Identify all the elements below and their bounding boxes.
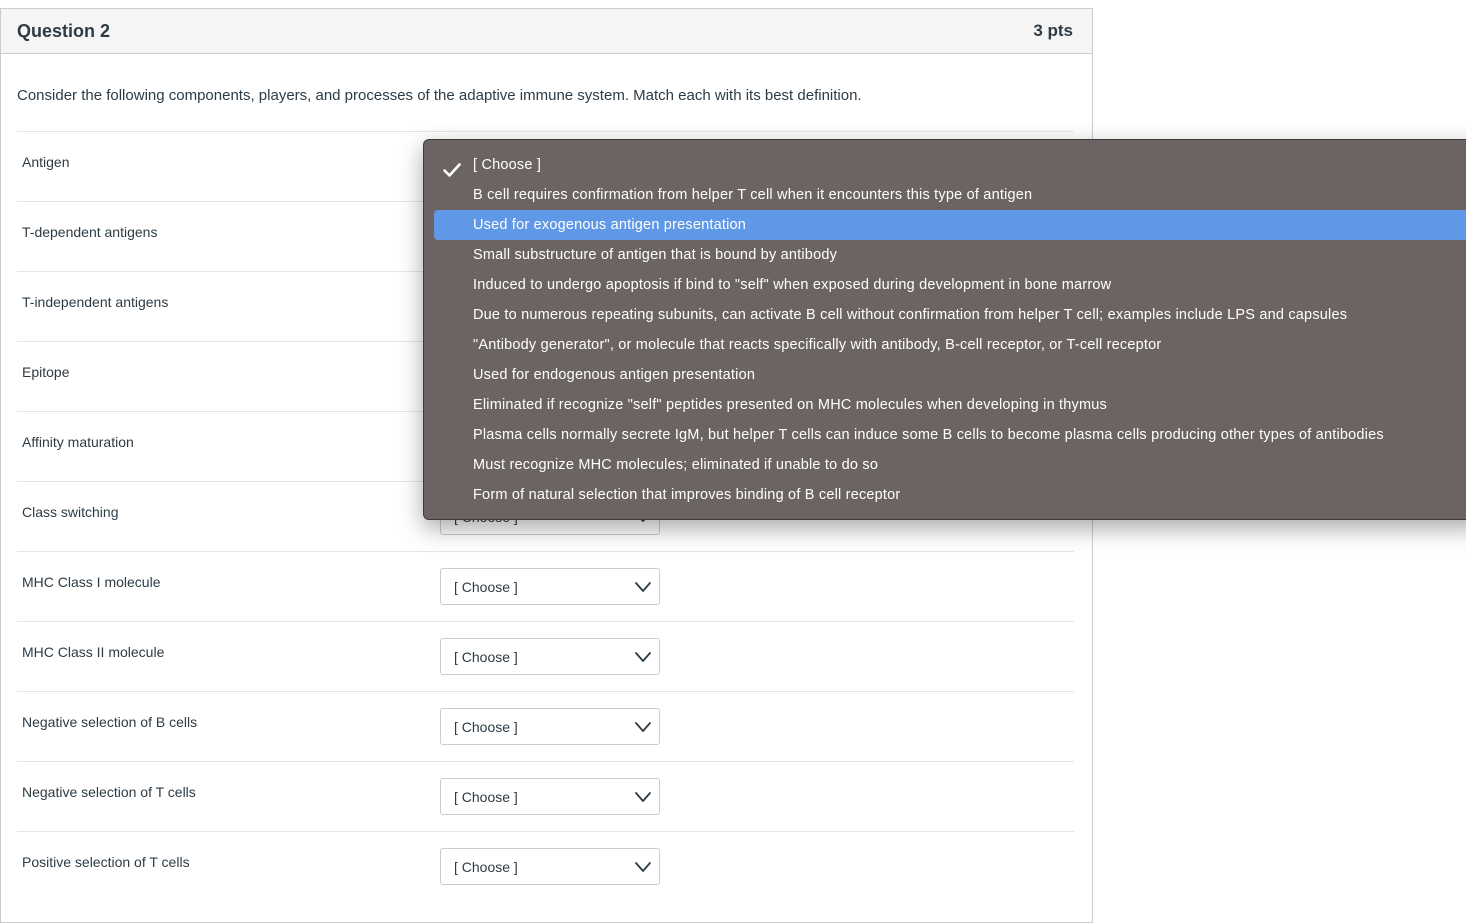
row-label: T-dependent antigens xyxy=(22,224,158,240)
table-row: MHC Class I molecule [ Choose ] xyxy=(17,551,1074,621)
dropdown-option[interactable]: Small substructure of antigen that is bo… xyxy=(434,240,1466,270)
dropdown-option[interactable]: Form of natural selection that improves … xyxy=(434,480,1466,510)
dropdown-option[interactable]: Induced to undergo apoptosis if bind to … xyxy=(434,270,1466,300)
dropdown-option[interactable]: Must recognize MHC molecules; eliminated… xyxy=(434,450,1466,480)
answer-select[interactable]: [ Choose ] xyxy=(440,638,660,675)
select-value: [ Choose ] xyxy=(454,858,518,875)
dropdown-option[interactable]: B cell requires confirmation from helper… xyxy=(434,180,1466,210)
option-label: Plasma cells normally secrete IgM, but h… xyxy=(473,427,1384,443)
option-label: Must recognize MHC molecules; eliminated… xyxy=(473,457,879,473)
table-row: Negative selection of T cells [ Choose ] xyxy=(17,761,1074,831)
answer-select[interactable]: [ Choose ] xyxy=(440,708,660,745)
option-label: Induced to undergo apoptosis if bind to … xyxy=(473,277,1112,293)
option-label: Due to numerous repeating subunits, can … xyxy=(473,307,1348,323)
option-label: Used for exogenous antigen presentation xyxy=(473,217,747,233)
chevron-down-icon xyxy=(635,860,651,872)
option-label: [ Choose ] xyxy=(473,157,542,173)
row-label: MHC Class I molecule xyxy=(22,574,161,590)
chevron-down-icon xyxy=(635,720,651,732)
table-row: Positive selection of T cells [ Choose ] xyxy=(17,831,1074,901)
chevron-down-icon xyxy=(635,650,651,662)
answer-select[interactable]: [ Choose ] xyxy=(440,778,660,815)
select-value: [ Choose ] xyxy=(454,788,518,805)
option-label: Small substructure of antigen that is bo… xyxy=(473,247,838,263)
select-value: [ Choose ] xyxy=(454,578,518,595)
question-points: 3 pts xyxy=(1033,21,1073,40)
row-label: T-independent antigens xyxy=(22,294,169,310)
row-label: MHC Class II molecule xyxy=(22,644,165,660)
option-label: B cell requires confirmation from helper… xyxy=(473,187,1033,203)
row-label: Positive selection of T cells xyxy=(22,854,190,870)
row-label: Antigen xyxy=(22,154,70,170)
dropdown-option[interactable]: Used for exogenous antigen presentation xyxy=(434,210,1466,240)
option-label: "Antibody generator", or molecule that r… xyxy=(473,337,1162,353)
question-title: Question 2 xyxy=(17,20,111,41)
option-label: Used for endogenous antigen presentation xyxy=(473,367,756,383)
select-value: [ Choose ] xyxy=(454,648,518,665)
select-value: [ Choose ] xyxy=(454,718,518,735)
dropdown-option[interactable]: "Antibody generator", or molecule that r… xyxy=(434,330,1466,360)
row-label: Epitope xyxy=(22,364,70,380)
dropdown-option[interactable]: Due to numerous repeating subunits, can … xyxy=(434,300,1466,330)
dropdown-option[interactable]: Eliminated if recognize "self" peptides … xyxy=(434,390,1466,420)
chevron-down-icon xyxy=(635,580,651,592)
checkmark-icon xyxy=(443,158,461,177)
row-label: Class switching xyxy=(22,504,119,520)
table-row: MHC Class II molecule [ Choose ] xyxy=(17,621,1074,691)
row-label: Negative selection of B cells xyxy=(22,714,198,730)
dropdown-menu[interactable]: [ Choose ] B cell requires confirmation f… xyxy=(423,139,1466,520)
question-prompt: Consider the following components, playe… xyxy=(17,87,862,104)
table-row: Negative selection of B cells [ Choose ] xyxy=(17,691,1074,761)
question-header: Question 2 3 pts xyxy=(1,9,1092,54)
dropdown-option[interactable]: Used for endogenous antigen presentation xyxy=(434,360,1466,390)
dropdown-option[interactable]: Plasma cells normally secrete IgM, but h… xyxy=(434,420,1466,450)
answer-select[interactable]: [ Choose ] xyxy=(440,568,660,605)
answer-select[interactable]: [ Choose ] xyxy=(440,848,660,885)
option-label: Eliminated if recognize "self" peptides … xyxy=(473,397,1107,413)
row-label: Affinity maturation xyxy=(22,434,134,450)
chevron-down-icon xyxy=(635,790,651,802)
option-label: Form of natural selection that improves … xyxy=(473,487,901,503)
row-label: Negative selection of T cells xyxy=(22,784,196,800)
dropdown-option[interactable]: [ Choose ] xyxy=(434,150,1466,180)
